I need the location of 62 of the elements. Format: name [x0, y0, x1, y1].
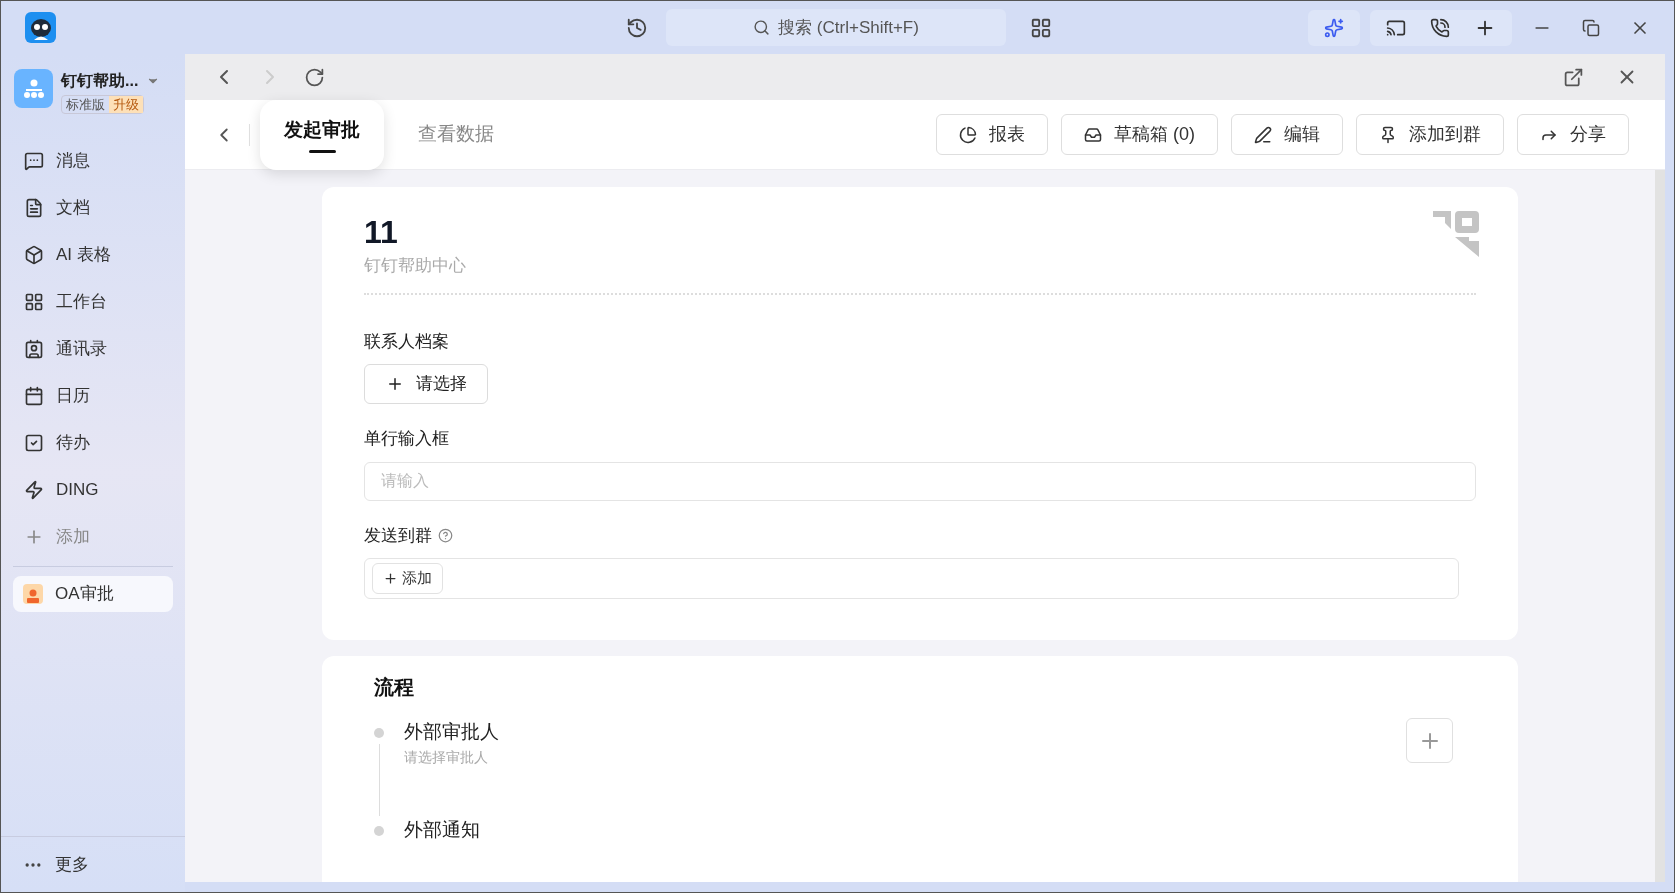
group-picker[interactable]: 添加: [364, 558, 1459, 599]
upgrade-link[interactable]: 升级: [109, 96, 143, 113]
add-button[interactable]: 添加: [372, 563, 443, 594]
chat-icon: [24, 151, 44, 171]
flow-title: 流程: [374, 675, 415, 700]
step-subtitle: 请选择审批人: [404, 747, 489, 767]
toolbar-button[interactable]: 报表: [936, 114, 1048, 155]
history-icon[interactable]: [626, 16, 648, 39]
org-name[interactable]: 钉钉帮助...: [61, 69, 139, 93]
sidebar-item[interactable]: 日历: [13, 376, 173, 416]
field-label: 联系人档案: [364, 330, 449, 353]
form-title: 11: [364, 213, 398, 251]
toolbar-button[interactable]: 分享: [1517, 114, 1629, 155]
sidebar-item[interactable]: 通讯录: [13, 329, 173, 369]
calendar-icon: [24, 386, 44, 406]
help-icon[interactable]: [438, 527, 453, 543]
more-label[interactable]: 更多: [55, 851, 89, 878]
field-label: 发送到群: [364, 524, 432, 547]
toolbar-button[interactable]: 编辑: [1231, 114, 1343, 155]
plus-icon: [383, 571, 398, 586]
contact-card-icon: [24, 339, 44, 359]
search-placeholder: 搜索 (Ctrl+Shift+F): [778, 16, 919, 39]
app-item[interactable]: OA审批: [13, 576, 173, 612]
sidebar-item[interactable]: 工作台: [13, 282, 173, 322]
pen-icon: [1254, 125, 1272, 144]
sidebar-item[interactable]: DING: [13, 470, 173, 510]
grid-add-icon[interactable]: [1030, 16, 1052, 39]
inbox-icon: [1084, 125, 1102, 144]
tab[interactable]: 发起审批: [260, 99, 384, 170]
checkbox-icon: [24, 433, 44, 453]
add-approver-button[interactable]: [1406, 718, 1453, 763]
step-title: 外部通知: [404, 818, 480, 842]
sidebar-item[interactable]: AI 表格: [13, 235, 173, 275]
sparkle-icon: [1324, 17, 1344, 38]
restore-icon[interactable]: [1582, 18, 1600, 37]
ai-button[interactable]: [1308, 9, 1360, 46]
phone-icon[interactable]: [1430, 17, 1450, 38]
scrollbar[interactable]: [1655, 170, 1665, 882]
search-field[interactable]: 搜索 (Ctrl+Shift+F): [666, 9, 1006, 46]
search-icon: [753, 19, 771, 36]
input-field[interactable]: 请输入: [364, 461, 1476, 501]
open-external-icon[interactable]: [1563, 66, 1584, 88]
toolbar-button[interactable]: 添加到群: [1356, 114, 1504, 155]
sidebar-item[interactable]: 文档: [13, 188, 173, 228]
edition-label: 标准版: [65, 96, 106, 113]
toolbar-button[interactable]: 草稿箱 (0): [1061, 114, 1218, 155]
grid-icon: [24, 292, 44, 312]
step-title: 外部审批人: [404, 720, 499, 744]
refresh-icon[interactable]: [304, 66, 325, 88]
lightning-icon: [24, 480, 44, 500]
app-logo-icon[interactable]: [25, 12, 56, 43]
pin-icon: [1379, 125, 1397, 144]
form-subtitle: 钉钉帮助中心: [364, 255, 466, 277]
stamp-icon: [23, 584, 43, 604]
tab[interactable]: 查看数据: [394, 99, 518, 170]
pie-chart-icon: [959, 125, 977, 144]
sidebar-item[interactable]: 消息: [13, 141, 173, 181]
sidebar-item[interactable]: 待办: [13, 423, 173, 463]
field-label: 单行输入框: [364, 428, 449, 450]
document-icon: [24, 198, 44, 218]
cube-icon: [24, 245, 44, 265]
select-button[interactable]: 请选择: [364, 364, 488, 404]
